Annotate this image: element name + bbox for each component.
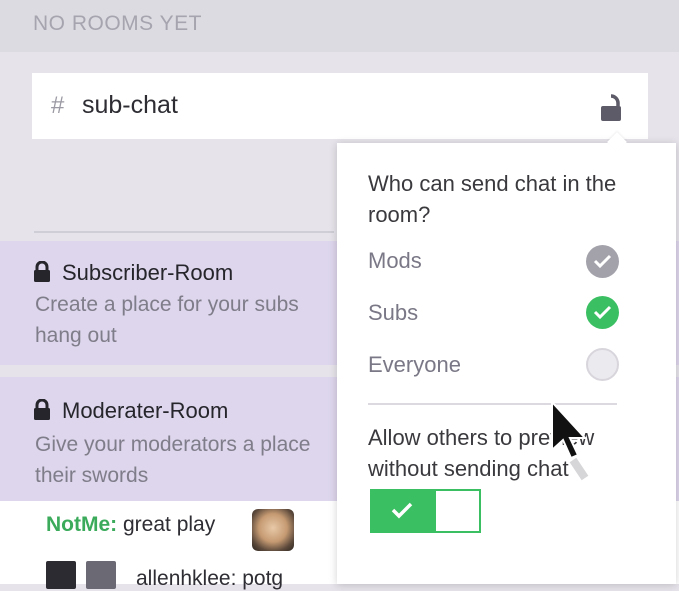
chat-message: allenhklee: potg xyxy=(136,567,284,590)
mouse-cursor-icon xyxy=(551,399,589,481)
rooms-header: NO ROOMS YET xyxy=(33,12,202,35)
chat-message: NotMe: great play xyxy=(46,513,215,537)
chat-username[interactable]: NotMe: xyxy=(46,513,117,536)
room-name-input[interactable]: sub-chat xyxy=(82,91,178,120)
mods-check-icon[interactable] xyxy=(586,245,619,278)
everyone-check-icon[interactable] xyxy=(586,348,619,381)
room-description: Create a place for your subs hang out xyxy=(35,293,299,347)
permission-question: Who can send chat in the room? xyxy=(368,171,617,227)
room-description: Give your moderators a place their sword… xyxy=(35,433,311,487)
preview-toggle[interactable] xyxy=(370,489,481,533)
chat-text: great play xyxy=(123,513,216,536)
hash-icon: # xyxy=(51,92,65,119)
lock-icon xyxy=(33,260,51,283)
toggle-off-segment xyxy=(436,491,479,531)
emote-image xyxy=(252,509,294,551)
unlock-icon[interactable] xyxy=(598,93,624,123)
section-divider xyxy=(34,231,334,233)
option-label-subs: Subs xyxy=(368,300,419,325)
wrench-icon xyxy=(46,561,76,589)
room-name-field[interactable]: # sub-chat xyxy=(32,73,648,139)
chat-permissions-popover: Who can send chat in the room? Mods Subs… xyxy=(337,132,676,584)
subs-check-icon[interactable] xyxy=(586,296,619,329)
option-label-mods: Mods xyxy=(368,248,422,273)
toggle-on-segment xyxy=(372,491,436,531)
room-title: Moderater-Room xyxy=(62,398,229,423)
option-label-everyone: Everyone xyxy=(368,352,461,377)
lock-icon xyxy=(33,398,51,421)
room-title: Subscriber-Room xyxy=(62,260,234,285)
bolt-icon xyxy=(86,561,116,589)
